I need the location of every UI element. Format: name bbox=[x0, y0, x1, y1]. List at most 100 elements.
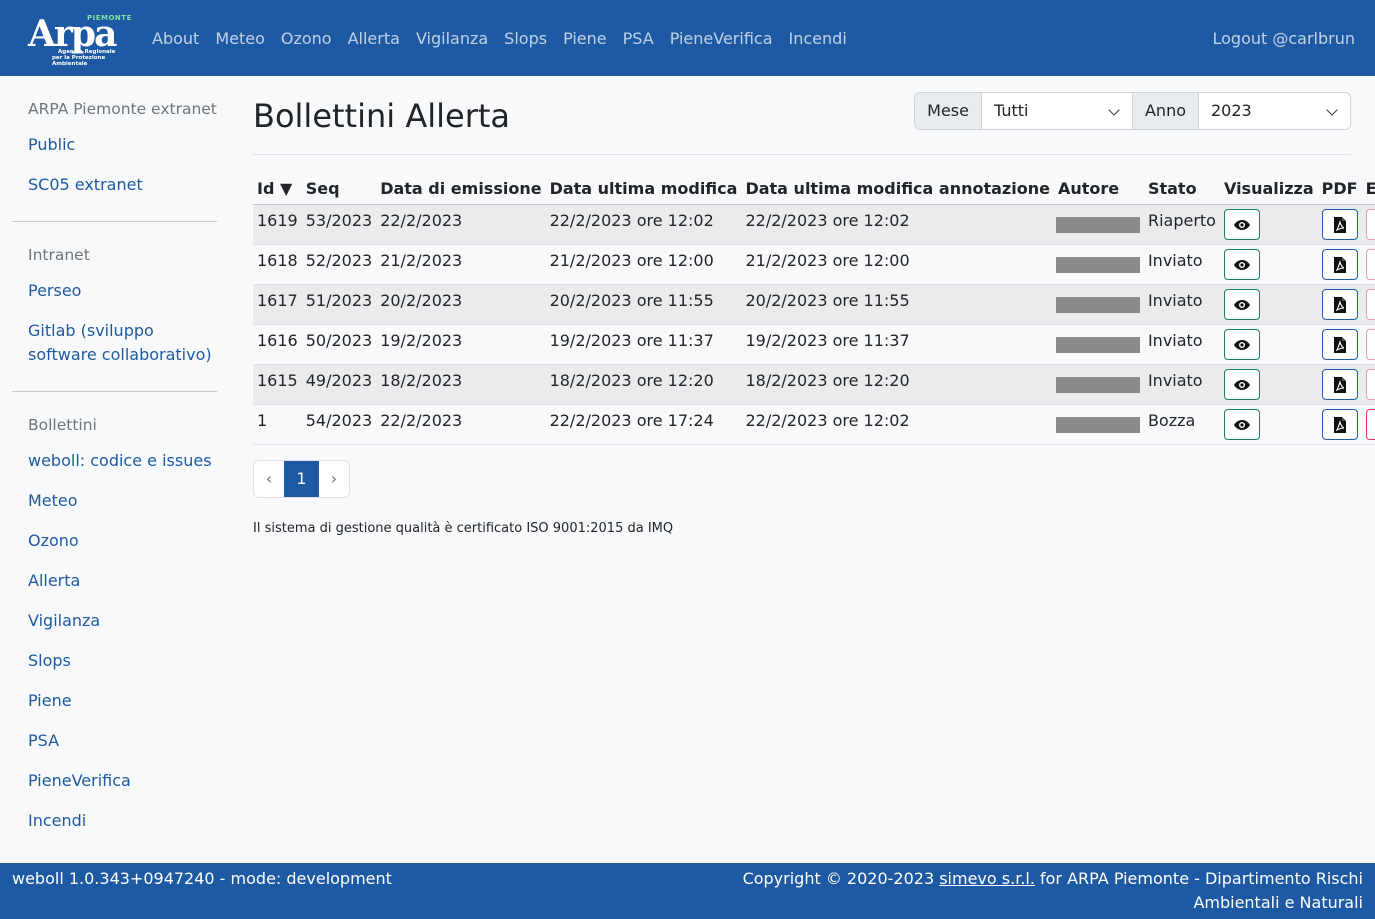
delete-button[interactable] bbox=[1365, 329, 1375, 360]
sidebar-link-meteo[interactable]: Meteo bbox=[12, 481, 217, 521]
arpa-logo[interactable]: PIEMONTE Arpa Agenzia Regionale per la P… bbox=[28, 14, 131, 67]
column-header-id[interactable]: Id ▼ bbox=[253, 174, 302, 205]
cell-modifica: 20/2/2023 ore 11:55 bbox=[545, 284, 742, 325]
cell-modifica: 22/2/2023 ore 12:02 bbox=[545, 204, 742, 245]
cell-id: 1617 bbox=[253, 284, 302, 325]
column-header-elimina: Elimina bbox=[1361, 174, 1375, 205]
pdf-button[interactable] bbox=[1321, 409, 1358, 440]
view-button[interactable] bbox=[1223, 249, 1260, 280]
cell-annotazione: 18/2/2023 ore 12:20 bbox=[741, 364, 1054, 405]
sidebar-link-psa[interactable]: PSA bbox=[12, 721, 217, 761]
nav-link-ozono[interactable]: Ozono bbox=[281, 28, 332, 50]
column-header-autore[interactable]: Autore bbox=[1053, 174, 1144, 205]
sidebar-link-vigilanza[interactable]: Vigilanza bbox=[12, 601, 217, 641]
delete-button[interactable] bbox=[1365, 369, 1375, 400]
cell-elimina bbox=[1361, 284, 1375, 325]
table-row: 1615 49/2023 18/2/2023 18/2/2023 ore 12:20 1… bbox=[253, 364, 1375, 405]
sidebar-group-title-bollettini: Bollettini bbox=[28, 416, 97, 434]
cell-id: 1619 bbox=[253, 204, 302, 245]
year-select-value: 2023 bbox=[1211, 101, 1252, 120]
column-header-visualizza: Visualizza bbox=[1219, 174, 1318, 205]
cell-annotazione: 22/2/2023 ore 12:02 bbox=[741, 404, 1054, 445]
pdf-button[interactable] bbox=[1321, 209, 1358, 240]
year-label: Anno bbox=[1132, 93, 1199, 129]
file-pdf-icon bbox=[1332, 296, 1348, 314]
cell-autore bbox=[1053, 364, 1144, 405]
cell-emissione: 19/2/2023 bbox=[376, 324, 546, 365]
nav-link-psa[interactable]: PSA bbox=[623, 28, 654, 50]
cell-seq: 51/2023 bbox=[301, 284, 377, 325]
cell-seq: 52/2023 bbox=[301, 244, 377, 285]
nav-link-piene[interactable]: Piene bbox=[563, 28, 607, 50]
eye-icon bbox=[1233, 418, 1251, 432]
view-button[interactable] bbox=[1223, 409, 1260, 440]
nav-link-vigilanza[interactable]: Vigilanza bbox=[416, 28, 488, 50]
sidebar-link-ozono[interactable]: Ozono bbox=[12, 521, 217, 561]
delete-button[interactable] bbox=[1365, 249, 1375, 280]
sidebar-link-slops[interactable]: Slops bbox=[12, 641, 217, 681]
sidebar-link-incendi[interactable]: Incendi bbox=[12, 801, 217, 841]
year-select[interactable]: 2023 bbox=[1199, 93, 1350, 129]
nav-link-meteo[interactable]: Meteo bbox=[215, 28, 265, 50]
column-header-emissione[interactable]: Data di emissione bbox=[376, 174, 546, 205]
delete-button[interactable] bbox=[1365, 289, 1375, 320]
title-divider bbox=[253, 154, 1351, 155]
cell-id: 1 bbox=[253, 404, 302, 445]
sidebar-link-perseo[interactable]: Perseo bbox=[12, 271, 217, 311]
sidebar-link-weboll-issues[interactable]: weboll: codice e issues bbox=[12, 441, 217, 481]
cell-stato: Inviato bbox=[1143, 364, 1220, 405]
logo-subtitle-2: per la Protezione Ambientale bbox=[52, 55, 106, 67]
column-header-modifica[interactable]: Data ultima modifica bbox=[545, 174, 742, 205]
cell-id: 1616 bbox=[253, 324, 302, 365]
delete-button[interactable] bbox=[1365, 209, 1375, 240]
eye-icon bbox=[1233, 378, 1251, 392]
pdf-button[interactable] bbox=[1321, 249, 1358, 280]
cell-pdf bbox=[1317, 404, 1362, 445]
cell-seq: 49/2023 bbox=[301, 364, 377, 405]
nav-link-pieneverifica[interactable]: PieneVerifica bbox=[670, 28, 773, 50]
author-redacted bbox=[1055, 216, 1140, 233]
delete-button[interactable] bbox=[1365, 409, 1375, 440]
nav-link-about[interactable]: About bbox=[152, 28, 199, 50]
pagination-prev[interactable]: ‹ bbox=[254, 461, 284, 497]
pagination-page-current[interactable]: 1 bbox=[284, 461, 319, 497]
nav-link-allerta[interactable]: Allerta bbox=[348, 28, 400, 50]
sidebar-link-gitlab[interactable]: Gitlab (sviluppo software collaborativo) bbox=[12, 311, 217, 375]
cell-autore bbox=[1053, 204, 1144, 245]
company-link[interactable]: simevo s.r.l. bbox=[939, 869, 1035, 888]
sidebar-link-sc05-extranet[interactable]: SC05 extranet bbox=[12, 165, 217, 205]
sidebar-link-pieneverifica[interactable]: PieneVerifica bbox=[12, 761, 217, 801]
cell-pdf bbox=[1317, 284, 1362, 325]
cell-visualizza bbox=[1219, 324, 1318, 365]
nav-link-incendi[interactable]: Incendi bbox=[789, 28, 847, 50]
pdf-button[interactable] bbox=[1321, 289, 1358, 320]
view-button[interactable] bbox=[1223, 329, 1260, 360]
month-select-value: Tutti bbox=[993, 101, 1029, 120]
view-button[interactable] bbox=[1223, 209, 1260, 240]
cell-pdf bbox=[1317, 204, 1362, 245]
column-header-stato[interactable]: Stato bbox=[1143, 174, 1220, 205]
column-header-annotazione[interactable]: Data ultima modifica annotazione bbox=[741, 174, 1054, 205]
file-pdf-icon bbox=[1332, 416, 1348, 434]
pagination-next[interactable]: › bbox=[319, 461, 349, 497]
column-header-pdf: PDF bbox=[1317, 174, 1362, 205]
view-button[interactable] bbox=[1223, 289, 1260, 320]
nav-links: About Meteo Ozono Allerta Vigilanza Slop… bbox=[152, 28, 863, 50]
view-button[interactable] bbox=[1223, 369, 1260, 400]
nav-link-slops[interactable]: Slops bbox=[504, 28, 547, 50]
file-pdf-icon bbox=[1332, 256, 1348, 274]
pdf-button[interactable] bbox=[1321, 329, 1358, 360]
sidebar-link-allerta[interactable]: Allerta bbox=[12, 561, 217, 601]
cell-seq: 54/2023 bbox=[301, 404, 377, 445]
author-redacted bbox=[1055, 296, 1140, 313]
month-select[interactable]: Tutti bbox=[982, 93, 1133, 129]
sidebar: ARPA Piemonte extranet Public SC05 extra… bbox=[12, 100, 217, 841]
logout-link[interactable]: Logout @carlbrun bbox=[1212, 28, 1355, 50]
sidebar-link-piene[interactable]: Piene bbox=[12, 681, 217, 721]
pdf-button[interactable] bbox=[1321, 369, 1358, 400]
column-header-seq[interactable]: Seq bbox=[301, 174, 377, 205]
cell-annotazione: 20/2/2023 ore 11:55 bbox=[741, 284, 1054, 325]
sidebar-link-public[interactable]: Public bbox=[12, 125, 217, 165]
eye-icon bbox=[1233, 258, 1251, 272]
sidebar-divider bbox=[12, 221, 217, 222]
